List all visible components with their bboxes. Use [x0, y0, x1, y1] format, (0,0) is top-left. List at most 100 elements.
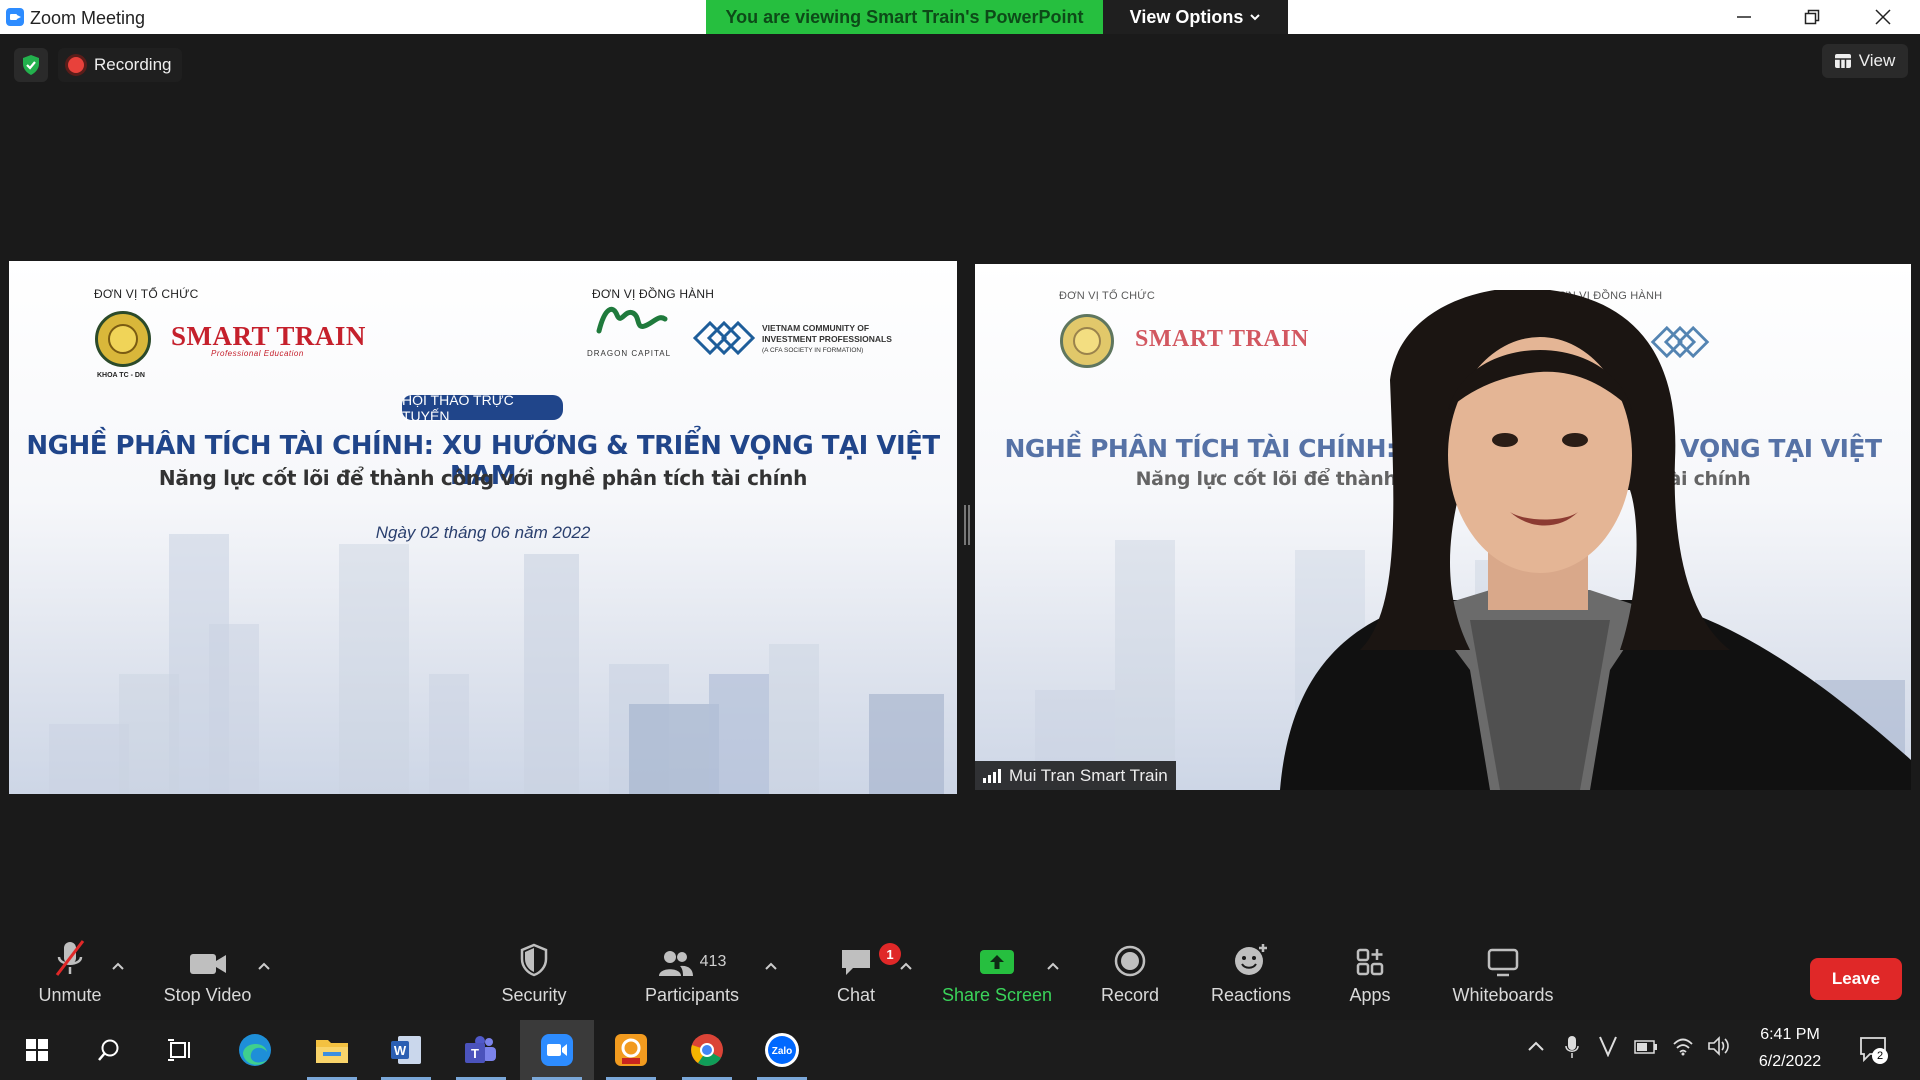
restore-button[interactable]: [1781, 0, 1843, 34]
share-banner: You are viewing Smart Train's PowerPoint: [706, 0, 1103, 34]
vcip-diamond-logo: [693, 321, 755, 355]
security-button[interactable]: Security: [490, 935, 578, 1020]
task-view-button[interactable]: [143, 1020, 217, 1080]
windows-taskbar: W T Zalo: [0, 1020, 1920, 1080]
university-seal-logo: [95, 311, 151, 367]
edge-icon: [239, 1034, 271, 1066]
microphone-tray-icon[interactable]: [1564, 1035, 1580, 1059]
clock-time[interactable]: 6:41 PM: [1740, 1026, 1840, 1044]
zalo-icon: Zalo: [765, 1033, 799, 1067]
stop-video-label: Stop Video: [163, 985, 252, 1005]
share-options-chevron-icon[interactable]: [1046, 960, 1060, 972]
minimize-button[interactable]: [1713, 0, 1775, 34]
bg-organizer-label: ĐƠN VỊ TỔ CHỨC: [1059, 290, 1155, 302]
stop-video-button[interactable]: Stop Video: [150, 935, 265, 1020]
unmute-button[interactable]: Unmute: [20, 935, 120, 1020]
organizer-label: ĐƠN VỊ TỔ CHỨC: [94, 287, 199, 301]
record-button[interactable]: Record: [1090, 935, 1170, 1020]
chat-bubble-icon: [842, 950, 870, 975]
file-explorer-button[interactable]: [295, 1020, 369, 1080]
windows-start-icon: [26, 1039, 48, 1061]
participant-name: Mui Tran Smart Train: [1009, 765, 1168, 785]
window-title: Zoom Meeting: [30, 8, 146, 28]
zoom-taskbar-button[interactable]: [520, 1020, 594, 1080]
unmute-label: Unmute: [38, 985, 102, 1005]
close-button[interactable]: [1852, 0, 1914, 34]
recording-indicator[interactable]: Recording: [58, 48, 182, 82]
edge-button[interactable]: [218, 1020, 292, 1080]
security-label: Security: [501, 985, 567, 1005]
zoom-app-icon: [6, 8, 24, 26]
notification-count: 2: [1872, 1048, 1888, 1064]
pdf-app-icon: [615, 1034, 647, 1066]
slide-date: Ngày 02 tháng 06 năm 2022: [375, 523, 591, 542]
view-options-label: View Options: [1129, 6, 1244, 27]
wifi-icon[interactable]: [1672, 1036, 1694, 1056]
whiteboard-icon: [1487, 948, 1519, 977]
video-camera-icon: [189, 954, 226, 974]
svg-text:T: T: [471, 1046, 479, 1061]
slide-subtitle: Năng lực cốt lõi để thành công với nghề …: [158, 466, 808, 490]
shield-check-icon: [23, 55, 39, 75]
share-screen-button[interactable]: Share Screen: [935, 935, 1059, 1020]
participants-button[interactable]: 413 Participants: [637, 935, 747, 1020]
participants-options-chevron-icon[interactable]: [764, 960, 778, 972]
video-options-chevron-icon[interactable]: [257, 960, 271, 972]
file-explorer-icon: [316, 1040, 348, 1063]
security-shield-icon: [520, 943, 548, 977]
mic-muted-icon: [55, 940, 85, 976]
participants-icon: [658, 951, 693, 976]
split-view-handle[interactable]: [964, 505, 970, 545]
view-options-button[interactable]: View Options: [1103, 0, 1288, 34]
notification-center-button[interactable]: 2: [1858, 1034, 1888, 1064]
vcip-line-2: INVESTMENT PROFESSIONALS: [762, 334, 892, 344]
encryption-shield-icon[interactable]: [14, 48, 48, 82]
apps-button[interactable]: Apps: [1340, 935, 1400, 1020]
taskbar-search-button[interactable]: [72, 1020, 146, 1080]
whiteboards-label: Whiteboards: [1452, 985, 1554, 1005]
task-view-icon: [168, 1039, 190, 1061]
view-button[interactable]: View: [1822, 44, 1908, 78]
partner-label: ĐƠN VỊ ĐỒNG HÀNH: [592, 287, 715, 301]
clock-date[interactable]: 6/2/2022: [1740, 1053, 1840, 1071]
reactions-button[interactable]: Reactions: [1203, 935, 1299, 1020]
shared-slide: ĐƠN VỊ TỔ CHỨC KHOA TC - DN SMART TRAIN …: [9, 261, 957, 794]
restore-icon: [1804, 9, 1820, 25]
chrome-button[interactable]: [670, 1020, 744, 1080]
v-app-tray-icon[interactable]: [1598, 1035, 1618, 1057]
connection-signal-icon: [983, 768, 1001, 783]
recording-dot-icon: [68, 57, 84, 73]
record-icon: [1114, 945, 1146, 977]
svg-text:W: W: [394, 1043, 407, 1058]
teams-icon: T: [465, 1036, 496, 1063]
audio-options-chevron-icon[interactable]: [111, 960, 125, 972]
whiteboards-button[interactable]: Whiteboards: [1448, 935, 1558, 1020]
recording-label: Recording: [94, 55, 172, 74]
word-button[interactable]: W: [369, 1020, 443, 1080]
view-label: View: [1858, 51, 1896, 70]
volume-icon[interactable]: [1707, 1036, 1731, 1056]
apps-label: Apps: [1349, 985, 1391, 1005]
chat-label: Chat: [836, 985, 876, 1005]
zalo-button[interactable]: Zalo: [745, 1020, 819, 1080]
show-hidden-icons-chevron-icon[interactable]: [1527, 1040, 1545, 1054]
chat-unread-badge: 1: [879, 943, 901, 965]
chat-button[interactable]: 1 Chat: [820, 935, 901, 1020]
dragon-emblem-icon: [596, 306, 668, 334]
participant-name-tag: Mui Tran Smart Train: [975, 761, 1176, 790]
word-icon: W: [391, 1036, 421, 1064]
pdf-app-button[interactable]: [594, 1020, 668, 1080]
dragon-capital-caption: DRAGON CAPITAL: [587, 349, 672, 358]
battery-icon[interactable]: [1634, 1040, 1658, 1054]
smart-train-tagline: Professional Education: [211, 349, 304, 358]
smart-train-logo: SMART TRAIN Professional Education: [171, 321, 366, 358]
speaker-person-image: [1280, 290, 1911, 790]
chat-options-chevron-icon[interactable]: [899, 960, 913, 972]
teams-button[interactable]: T: [444, 1020, 518, 1080]
leave-button[interactable]: Leave: [1810, 958, 1902, 1000]
start-button[interactable]: [0, 1020, 74, 1080]
dragon-capital-logo: [595, 301, 669, 350]
participants-count: 413: [699, 953, 727, 970]
record-label: Record: [1100, 985, 1160, 1005]
reactions-label: Reactions: [1210, 985, 1292, 1005]
